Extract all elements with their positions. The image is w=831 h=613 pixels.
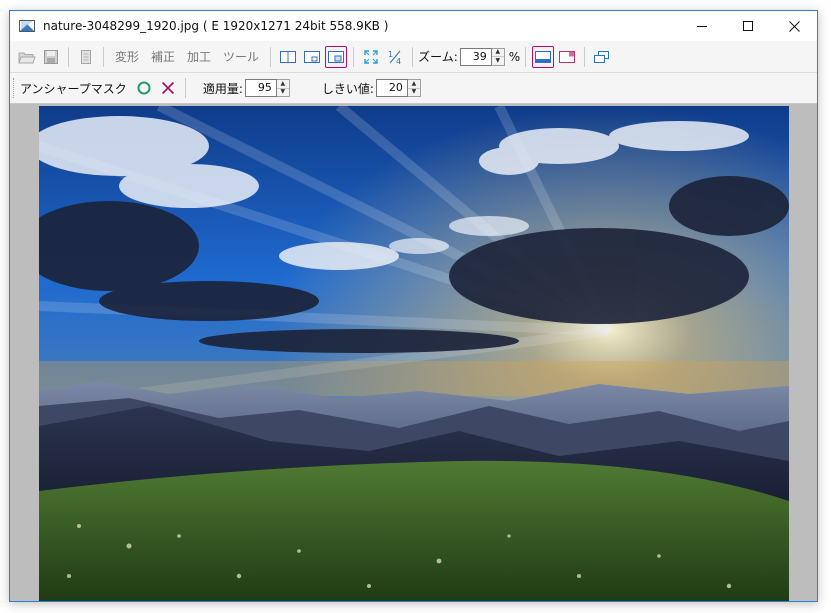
menu-transform[interactable]: 変形 [109, 48, 145, 65]
cascade-windows-icon [594, 50, 610, 63]
zoom-spin-arrows[interactable]: ▲ ▼ [491, 47, 505, 66]
save-disk-icon [44, 49, 58, 64]
maximize-button[interactable] [725, 11, 771, 41]
svg-text:1: 1 [388, 50, 393, 59]
spin-down-icon[interactable]: ▼ [408, 89, 420, 97]
window-pane-icon [304, 50, 321, 63]
toolbar-grip[interactable] [13, 78, 17, 98]
cancel-button[interactable] [157, 77, 179, 99]
open-folder-icon [18, 52, 36, 63]
toolbar-separator [184, 78, 186, 98]
title-bar[interactable]: nature-3048299_1920.jpg ( E 1920x1271 24… [10, 11, 817, 41]
minimize-icon [697, 26, 707, 27]
unsharp-mask-bar: アンシャープマスク 適用量: 95 ▲ ▼ しきい値: 20 ▲ ▼ [10, 73, 817, 104]
spin-up-icon[interactable]: ▲ [491, 49, 504, 57]
amount-label: 適用量: [202, 81, 243, 96]
zoom-stepper[interactable]: 39 ▲ ▼ [459, 47, 505, 66]
preview-pane-button[interactable] [325, 45, 348, 68]
threshold-label: しきい値: [321, 81, 374, 96]
fraction-icon: 14 [388, 50, 401, 65]
zoom-unit: % [508, 49, 521, 64]
main-toolbar: 変形 補正 加工 ツール 14 ズーム: 39 ▲ ▼ % [10, 41, 817, 73]
app-image-icon [19, 18, 35, 34]
zoom-quarter-button[interactable]: 14 [384, 46, 406, 68]
toolbar-separator [270, 46, 272, 67]
maximize-icon [743, 21, 753, 31]
ok-circle-icon [137, 81, 151, 95]
zoom-input[interactable]: 39 [459, 47, 492, 66]
open-folder-button[interactable] [16, 46, 38, 68]
side-panel-icon [559, 50, 576, 63]
filter-title: アンシャープマスク [20, 81, 127, 96]
image-canvas[interactable] [10, 104, 817, 601]
spin-up-icon[interactable]: ▲ [407, 80, 420, 89]
amount-stepper[interactable]: 95 ▲ ▼ [244, 79, 290, 97]
amount-spin-arrows[interactable]: ▲ ▼ [276, 79, 290, 97]
preview-pane-icon [328, 50, 345, 63]
threshold-input[interactable]: 20 [375, 79, 408, 97]
close-icon [788, 20, 800, 32]
toolbar-separator [353, 46, 355, 67]
caption-buttons [679, 11, 817, 41]
close-button[interactable] [771, 11, 817, 41]
split-view-button[interactable] [277, 46, 299, 68]
side-panel-button[interactable] [556, 46, 578, 68]
cancel-x-icon [161, 81, 174, 95]
bottom-panel-button[interactable] [532, 45, 555, 68]
zoom-label: ズーム: [418, 50, 458, 64]
fit-window-button[interactable] [360, 46, 382, 68]
spin-down-icon[interactable]: ▼ [277, 89, 289, 97]
landscape-photo [39, 106, 789, 601]
toolbar-separator [412, 46, 414, 67]
toolbar-separator [103, 46, 104, 67]
threshold-spin-arrows[interactable]: ▲ ▼ [407, 79, 421, 97]
apply-button[interactable] [133, 77, 155, 99]
window-view-button[interactable] [301, 46, 323, 68]
split-panes-icon [280, 50, 297, 63]
toolbar-separator [68, 46, 69, 67]
toolbar-separator [584, 46, 586, 67]
app-window: nature-3048299_1920.jpg ( E 1920x1271 24… [9, 10, 818, 602]
amount-input[interactable]: 95 [244, 79, 277, 97]
spin-up-icon[interactable]: ▲ [276, 80, 289, 89]
svg-text:4: 4 [396, 57, 401, 65]
spin-down-icon[interactable]: ▼ [492, 57, 504, 65]
menu-process[interactable]: 加工 [181, 48, 217, 65]
multi-window-button[interactable] [591, 46, 613, 68]
bottom-panel-icon [535, 50, 552, 63]
document-icon [81, 49, 91, 64]
toolbar-separator [525, 46, 527, 67]
threshold-stepper[interactable]: 20 ▲ ▼ [375, 79, 421, 97]
window-title: nature-3048299_1920.jpg ( E 1920x1271 24… [43, 19, 389, 33]
document-button[interactable] [75, 46, 97, 68]
minimize-button[interactable] [679, 11, 725, 41]
menu-tools[interactable]: ツール [217, 48, 265, 65]
menu-correct[interactable]: 補正 [145, 48, 181, 65]
fit-expand-icon [364, 49, 378, 64]
save-button[interactable] [40, 46, 62, 68]
